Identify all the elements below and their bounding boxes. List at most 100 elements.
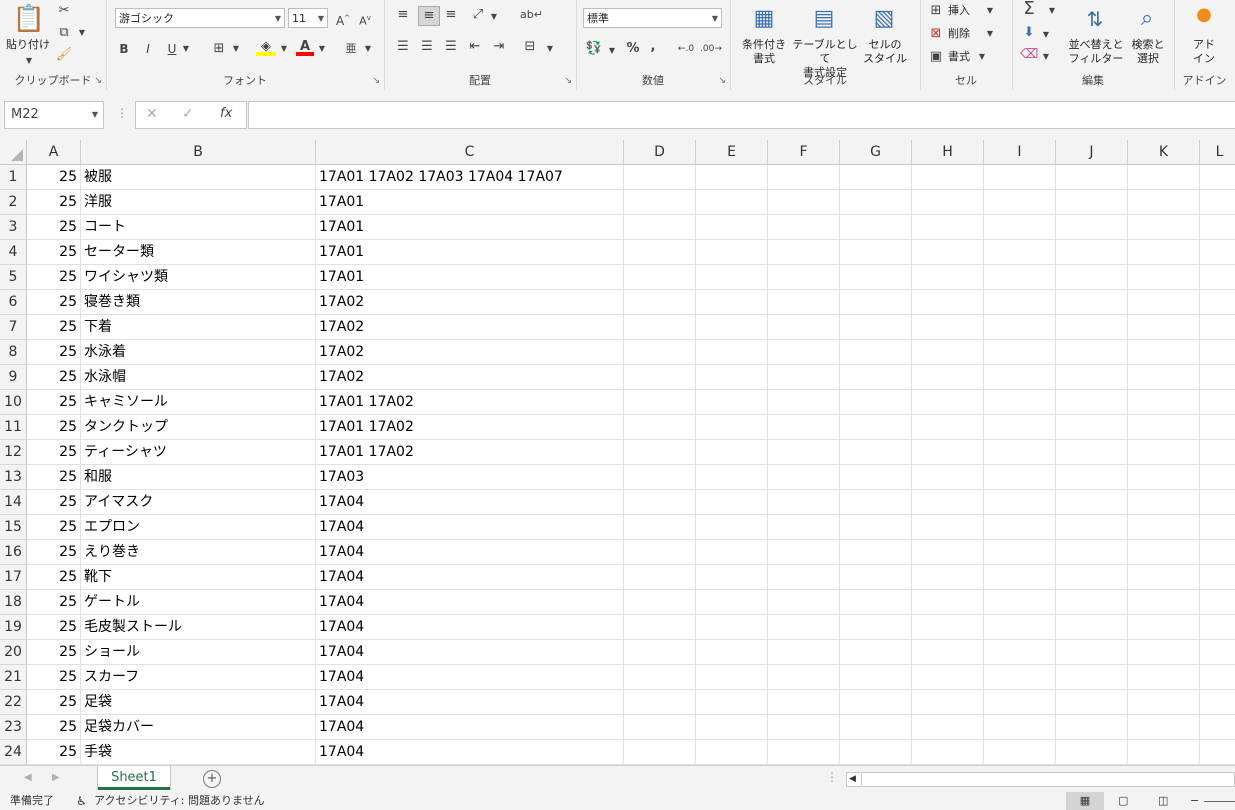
row-header[interactable]: 4 [0, 240, 27, 265]
cell-k3[interactable] [1128, 215, 1200, 240]
cell-d22[interactable] [624, 690, 696, 715]
cell-e10[interactable] [696, 390, 768, 415]
format-dropdown-icon[interactable]: ▼ [976, 48, 988, 66]
cell-j14[interactable] [1056, 490, 1128, 515]
orientation-dropdown-icon[interactable]: ▼ [488, 8, 500, 26]
row-header[interactable]: 23 [0, 715, 27, 740]
cell-d16[interactable] [624, 540, 696, 565]
column-header-g[interactable]: G [840, 140, 912, 165]
cell-l11[interactable] [1200, 415, 1235, 440]
scroll-thumb[interactable] [861, 774, 1234, 785]
insert-cells-icon[interactable]: ⊞ [928, 2, 944, 20]
cell-h12[interactable] [912, 440, 984, 465]
cell-h14[interactable] [912, 490, 984, 515]
cell-f2[interactable] [768, 190, 840, 215]
cell-b24[interactable]: 手袋 [81, 740, 316, 765]
cell-g13[interactable] [840, 465, 912, 490]
cell-e4[interactable] [696, 240, 768, 265]
cell-k13[interactable] [1128, 465, 1200, 490]
row-header[interactable]: 5 [0, 265, 27, 290]
cell-j15[interactable] [1056, 515, 1128, 540]
next-sheet-icon[interactable]: ▶ [52, 772, 60, 783]
format-as-table-icon[interactable]: ▤ [810, 2, 838, 36]
cell-h16[interactable] [912, 540, 984, 565]
cell-a18[interactable]: 25 [27, 590, 81, 615]
cell-f24[interactable] [768, 740, 840, 765]
cell-f14[interactable] [768, 490, 840, 515]
increase-indent-icon[interactable]: ⇥ [490, 38, 508, 56]
cell-f10[interactable] [768, 390, 840, 415]
cell-f15[interactable] [768, 515, 840, 540]
cell-a8[interactable]: 25 [27, 340, 81, 365]
column-header-k[interactable]: K [1128, 140, 1200, 165]
cell-c21[interactable]: 17A04 [316, 665, 624, 690]
increase-font-icon[interactable]: A^ [334, 9, 352, 30]
cell-l7[interactable] [1200, 315, 1235, 340]
cell-d10[interactable] [624, 390, 696, 415]
cell-a1[interactable]: 25 [27, 165, 81, 190]
font-family-select[interactable]: 游ゴシック ▼ [115, 8, 285, 28]
cell-b16[interactable]: えり巻き [81, 540, 316, 565]
delete-cells-icon[interactable]: ⊠ [928, 25, 944, 43]
cell-g21[interactable] [840, 665, 912, 690]
column-header-a[interactable]: A [27, 140, 81, 165]
cell-a10[interactable]: 25 [27, 390, 81, 415]
orientation-icon[interactable]: ⤢ [468, 6, 488, 24]
cell-h2[interactable] [912, 190, 984, 215]
cell-l1[interactable] [1200, 165, 1235, 190]
add-sheet-button[interactable]: + [203, 770, 221, 788]
cell-f19[interactable] [768, 615, 840, 640]
cell-k16[interactable] [1128, 540, 1200, 565]
percent-button[interactable]: % [624, 40, 642, 58]
cell-d18[interactable] [624, 590, 696, 615]
delete-cells-button[interactable]: 削除 [948, 27, 978, 41]
cell-j6[interactable] [1056, 290, 1128, 315]
cell-d11[interactable] [624, 415, 696, 440]
format-cells-button[interactable]: 書式 [948, 50, 978, 64]
font-color-dropdown-icon[interactable]: ▼ [316, 40, 328, 58]
cell-g3[interactable] [840, 215, 912, 240]
cell-d9[interactable] [624, 365, 696, 390]
cell-h11[interactable] [912, 415, 984, 440]
cell-l3[interactable] [1200, 215, 1235, 240]
cell-e13[interactable] [696, 465, 768, 490]
cut-icon[interactable]: ✂ [55, 2, 73, 20]
cell-k14[interactable] [1128, 490, 1200, 515]
cell-j20[interactable] [1056, 640, 1128, 665]
cell-i2[interactable] [984, 190, 1056, 215]
prev-sheet-icon[interactable]: ◀ [24, 772, 32, 783]
cell-c4[interactable]: 17A01 [316, 240, 624, 265]
cell-g9[interactable] [840, 365, 912, 390]
cell-h5[interactable] [912, 265, 984, 290]
cell-k22[interactable] [1128, 690, 1200, 715]
select-all-button[interactable] [0, 140, 27, 165]
autosum-icon[interactable]: Σ [1020, 0, 1038, 18]
cell-l16[interactable] [1200, 540, 1235, 565]
cell-c14[interactable]: 17A04 [316, 490, 624, 515]
align-middle-icon[interactable]: ≡ [418, 6, 440, 26]
cell-l23[interactable] [1200, 715, 1235, 740]
cell-c15[interactable]: 17A04 [316, 515, 624, 540]
cell-h1[interactable] [912, 165, 984, 190]
column-header-d[interactable]: D [624, 140, 696, 165]
scroll-splitter-icon[interactable]: ⋮ [826, 770, 838, 784]
underline-button[interactable]: U [164, 40, 180, 58]
alignment-launcher-icon[interactable]: ↘ [564, 76, 572, 86]
page-layout-view-icon[interactable]: ▢ [1118, 792, 1128, 810]
column-header-l[interactable]: L [1200, 140, 1235, 165]
column-header-h[interactable]: H [912, 140, 984, 165]
cell-k5[interactable] [1128, 265, 1200, 290]
cell-c24[interactable]: 17A04 [316, 740, 624, 765]
paste-icon[interactable]: 📋 [12, 2, 46, 36]
cell-f12[interactable] [768, 440, 840, 465]
column-header-e[interactable]: E [696, 140, 768, 165]
name-box[interactable]: M22 ▼ [4, 101, 104, 129]
phonetic-icon[interactable]: 亜 [342, 40, 360, 58]
cell-j24[interactable] [1056, 740, 1128, 765]
cell-g5[interactable] [840, 265, 912, 290]
row-header[interactable]: 11 [0, 415, 27, 440]
cell-k9[interactable] [1128, 365, 1200, 390]
cell-a7[interactable]: 25 [27, 315, 81, 340]
cell-a6[interactable]: 25 [27, 290, 81, 315]
cell-i20[interactable] [984, 640, 1056, 665]
